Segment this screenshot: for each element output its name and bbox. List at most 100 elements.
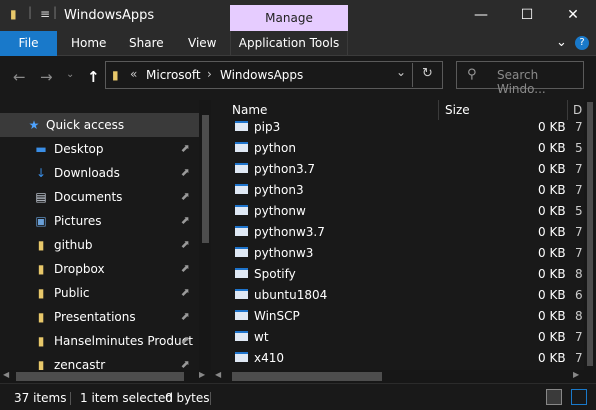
quick-access-toolbar-menu[interactable]: ≡	[40, 7, 50, 21]
pin-icon[interactable]: ⬆	[173, 137, 196, 160]
scroll-right-icon[interactable]: ▶	[199, 370, 205, 379]
folder-icon: ▮	[37, 262, 45, 276]
sidebar-item-dropbox[interactable]: ▮ Dropbox ⬆	[0, 257, 199, 281]
file-size: 0 KB	[538, 351, 566, 365]
file-date-partial: 7	[575, 246, 583, 260]
application-icon	[235, 331, 248, 341]
file-date-partial: 6	[575, 288, 583, 302]
file-row[interactable]: WinSCP 0 KB 8	[211, 306, 584, 327]
tab-share[interactable]: Share	[129, 31, 164, 56]
file-row[interactable]: pythonw3.7 0 KB 7	[211, 222, 584, 243]
folder-icon: ▮	[112, 68, 119, 82]
file-size: 0 KB	[538, 120, 566, 134]
sidebar-scrollbar-thumb[interactable]	[202, 115, 209, 243]
details-view-icon[interactable]	[546, 389, 562, 405]
back-arrow-icon[interactable]: ←	[13, 68, 26, 86]
sidebar-item-downloads[interactable]: ↓ Downloads ⬆	[0, 161, 199, 185]
pin-icon[interactable]: ⬆	[173, 185, 196, 208]
tab-home[interactable]: Home	[71, 31, 106, 56]
file-row[interactable]: pythonw3 0 KB 7	[211, 243, 584, 264]
sidebar-item-github[interactable]: ▮ github ⬆	[0, 233, 199, 257]
file-name: pythonw	[254, 204, 306, 218]
breadcrumb-windowsapps[interactable]: WindowsApps	[220, 68, 303, 82]
address-bar[interactable]: ▮ « Microsoft › WindowsApps ⌄ ↻	[105, 61, 443, 89]
sidebar-item-label: Presentations	[54, 310, 136, 324]
title-separator-2: |	[53, 5, 58, 19]
search-icon: ⚲	[467, 67, 477, 82]
file-row[interactable]: python3.7 0 KB 7	[211, 159, 584, 180]
large-icons-view-icon[interactable]	[571, 389, 587, 405]
folder-icon: ▮	[37, 286, 45, 300]
file-row[interactable]: python 0 KB 5	[211, 138, 584, 159]
file-row[interactable]: ubuntu1804 0 KB 6	[211, 285, 584, 306]
up-arrow-icon[interactable]: ↑	[87, 68, 100, 86]
file-row[interactable]: Spotify 0 KB 8	[211, 264, 584, 285]
file-size: 0 KB	[538, 288, 566, 302]
breadcrumb-microsoft[interactable]: Microsoft	[146, 68, 201, 82]
file-date-partial: 8	[575, 309, 583, 323]
refresh-icon[interactable]: ↻	[422, 66, 433, 81]
file-date-partial: 7	[575, 351, 583, 365]
pin-icon[interactable]: ⬆	[173, 161, 196, 184]
file-row[interactable]: wt 0 KB 7	[211, 327, 584, 348]
file-date-partial: 7	[575, 183, 583, 197]
scroll-left-icon[interactable]: ◀	[3, 370, 9, 379]
sidebar-item-documents[interactable]: ▤ Documents ⬆	[0, 185, 199, 209]
file-size: 0 KB	[538, 162, 566, 176]
scroll-left-icon[interactable]: ◀	[215, 370, 221, 379]
sidebar-item-pictures[interactable]: ▣ Pictures ⬆	[0, 209, 199, 233]
sidebar-item-label: Desktop	[54, 142, 104, 156]
file-row[interactable]: pip3 0 KB 7	[211, 117, 584, 138]
address-dropdown-icon[interactable]: ⌄	[396, 65, 406, 79]
file-name: Spotify	[254, 267, 296, 281]
horizontal-scrollbar-thumb[interactable]	[232, 372, 382, 381]
sidebar-item-hanselminutes-product[interactable]: ▮ Hanselminutes Product ⬆	[0, 329, 199, 353]
folder-icon: ▮	[37, 310, 45, 324]
search-input[interactable]: Search Windo...	[497, 68, 583, 96]
pin-icon[interactable]: ⬆	[173, 305, 196, 328]
sidebar-item-public[interactable]: ▮ Public ⬆	[0, 281, 199, 305]
address-overflow-icon[interactable]: «	[130, 67, 137, 81]
tab-application-tools[interactable]: Application Tools	[230, 31, 348, 56]
vertical-scrollbar-thumb[interactable]	[587, 102, 593, 366]
window-title: WindowsApps	[64, 8, 155, 23]
pin-icon[interactable]: ⬆	[173, 257, 196, 280]
search-box[interactable]: ⚲ Search Windo...	[456, 61, 584, 96]
minimize-button[interactable]: —	[458, 0, 504, 31]
file-name: pythonw3	[254, 246, 314, 260]
ribbon-collapse-icon[interactable]: ⌄	[556, 31, 567, 56]
file-row[interactable]: python3 0 KB 7	[211, 180, 584, 201]
application-icon	[235, 247, 248, 257]
recent-locations-chevron-icon[interactable]: ⌄	[66, 69, 74, 80]
tab-file[interactable]: File	[0, 31, 57, 56]
forward-arrow-icon[interactable]: →	[40, 68, 53, 86]
file-size: 0 KB	[538, 246, 566, 260]
scroll-right-icon[interactable]: ▶	[573, 370, 579, 379]
sidebar-item-label: github	[54, 238, 93, 252]
breadcrumb-separator-icon: ›	[207, 67, 212, 81]
file-name: python3.7	[254, 162, 316, 176]
sidebar-item-desktop[interactable]: ▬ Desktop ⬆	[0, 137, 199, 161]
sidebar-item-label: Public	[54, 286, 90, 300]
maximize-button[interactable]: ☐	[504, 0, 550, 31]
manage-context-tab[interactable]: Manage	[230, 5, 348, 31]
sidebar-item-label: Downloads	[54, 166, 120, 180]
tab-view[interactable]: View	[188, 31, 216, 56]
desktop-icon: ▬	[35, 142, 47, 156]
status-selection: 1 item selected	[80, 391, 174, 405]
sidebar-item-label: Dropbox	[54, 262, 105, 276]
sidebar-horizontal-thumb[interactable]	[16, 372, 184, 381]
sidebar-item-presentations[interactable]: ▮ Presentations ⬆	[0, 305, 199, 329]
file-row[interactable]: x410 0 KB 7	[211, 348, 584, 369]
pin-icon[interactable]: ⬆	[173, 233, 196, 256]
pin-icon[interactable]: ⬆	[173, 281, 196, 304]
close-button[interactable]: ✕	[550, 0, 596, 31]
sidebar-item-quick-access[interactable]: ★ Quick access	[0, 113, 199, 137]
star-icon: ★	[28, 118, 40, 132]
address-divider	[412, 63, 413, 87]
pictures-icon: ▣	[35, 214, 47, 228]
file-row[interactable]: pythonw 0 KB 5	[211, 201, 584, 222]
file-size: 0 KB	[538, 267, 566, 281]
pin-icon[interactable]: ⬆	[173, 209, 196, 232]
help-icon[interactable]: ?	[575, 36, 589, 50]
